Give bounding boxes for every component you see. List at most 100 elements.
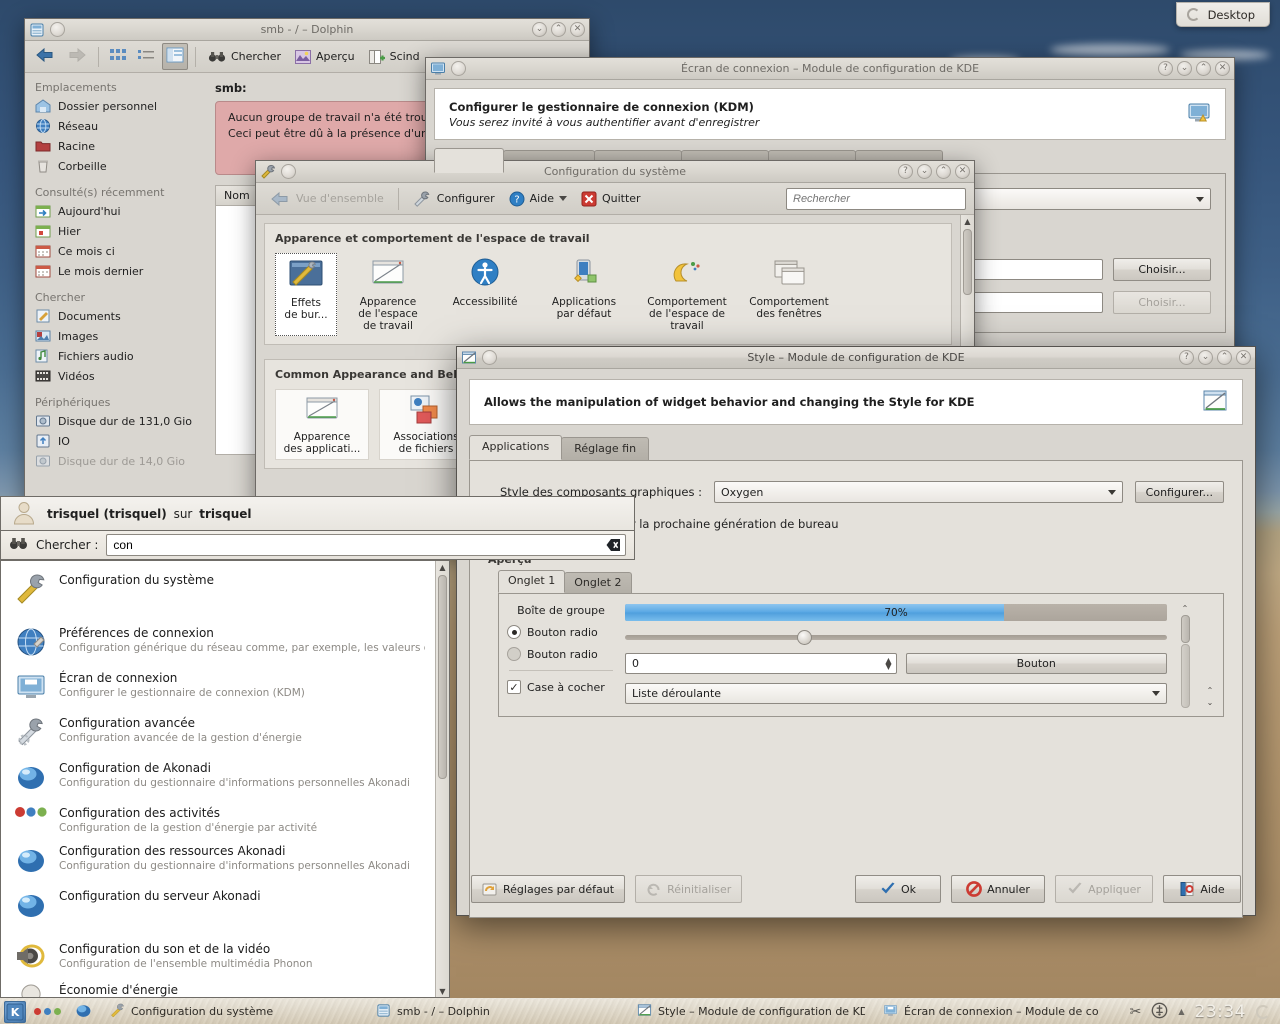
slider-handle[interactable] — [796, 629, 812, 645]
place-item-disque-131[interactable]: Disque dur de 131,0 Gio — [25, 411, 207, 431]
close-button[interactable]: ✕ — [570, 22, 585, 37]
place-item-videos[interactable]: Vidéos — [25, 366, 207, 386]
preview-checkbox[interactable]: ✓ Case à cocher — [507, 680, 615, 694]
show-hidden-icon[interactable]: ▲ — [1178, 1007, 1184, 1016]
preview-radio-2[interactable]: Bouton radio — [507, 647, 615, 661]
minimize-button[interactable]: ⌄ — [1177, 61, 1192, 76]
preview-slider[interactable] — [625, 629, 1167, 645]
krunner-search-bar[interactable]: Chercher : — [0, 530, 635, 560]
syscfg-item-accessibility[interactable]: Accessibilité — [439, 253, 531, 336]
minimize-button[interactable]: ⌄ — [1198, 350, 1213, 365]
syscfg-toolbar[interactable]: Vue d'ensemble Configurer ? Aide Quitter… — [256, 183, 974, 215]
syscfg-titlebar[interactable]: Configuration du système ? ⌄ ⌃ ✕ — [256, 161, 974, 183]
task-entry-style[interactable]: Style – Module de configuration de KD — [631, 1001, 871, 1023]
syscfg-item-application-appearance[interactable]: Apparence des applicati... — [275, 389, 369, 460]
krunner-results[interactable]: Configuration du système Préférences de … — [1, 561, 435, 997]
scroll-down-arrow-icon[interactable]: ▼ — [437, 985, 449, 997]
place-item-documents[interactable]: Documents — [25, 306, 207, 326]
radio-unselected-icon[interactable] — [507, 647, 521, 661]
preview-tab-1[interactable]: Onglet 1 — [498, 570, 566, 593]
preview-tabrow[interactable]: Onglet 1 Onglet 2 — [498, 570, 1224, 593]
scroll-up-arrow-icon[interactable]: ▲ — [962, 215, 974, 227]
krunner-search-input[interactable] — [106, 534, 626, 556]
spinner-arrows-icon[interactable]: ▲ ▼ — [885, 656, 891, 670]
configure-style-button[interactable]: Configurer... — [1134, 481, 1224, 503]
place-item-hier[interactable]: Hier — [25, 221, 207, 241]
help-menu-button[interactable]: ? Aide — [503, 188, 573, 210]
krunner-result-9[interactable]: Économie d'énergie Configurer les économ… — [1, 977, 435, 997]
task-entry-dolphin[interactable]: smb - / – Dolphin — [370, 1001, 625, 1023]
place-item-corbeille[interactable]: Corbeille — [25, 156, 207, 176]
close-button[interactable]: ✕ — [1236, 350, 1251, 365]
place-item-io[interactable]: IO — [25, 431, 207, 451]
style-footer[interactable]: Réglages par défaut Réinitialiser Ok Ann… — [457, 863, 1255, 915]
widget-style-combo[interactable]: Oxygen — [714, 481, 1123, 503]
scroll-thumb[interactable] — [963, 229, 972, 295]
maximize-button[interactable]: ⌃ — [936, 164, 951, 179]
krunner-result-5[interactable]: Configuration des activités Configuratio… — [1, 800, 435, 838]
krunner-result-8[interactable]: Configuration du son et de la vidéo Conf… — [1, 936, 435, 977]
pager-widget[interactable] — [34, 1008, 61, 1015]
kdm-font-choose-1[interactable]: Choisir... — [1113, 258, 1211, 281]
place-item-fichiers-audio[interactable]: Fichiers audio — [25, 346, 207, 366]
help-button[interactable]: ? — [1179, 350, 1194, 365]
scroll-up-arrow-icon[interactable]: ▲ — [437, 561, 449, 573]
checkbox-checked-icon[interactable]: ✓ — [507, 680, 521, 694]
tab-reglage-fin[interactable]: Réglage fin — [561, 437, 650, 460]
scroll-thumb[interactable] — [1180, 615, 1190, 643]
scroll-thumb[interactable] — [438, 575, 447, 779]
kdm-titlebar[interactable]: Écran de connexion – Module de configura… — [426, 58, 1234, 80]
place-item-aujourdhui[interactable]: Aujourd'hui — [25, 201, 207, 221]
close-button[interactable]: ✕ — [1215, 61, 1230, 76]
krunner-result-3[interactable]: Configuration avancée Configuration avan… — [1, 710, 435, 755]
split-button[interactable]: Scind — [364, 48, 425, 66]
syscfg-item-workspace-behavior[interactable]: Comportement de l'espace de travail — [637, 253, 737, 336]
klipper-icon[interactable]: ✂ — [1130, 1004, 1142, 1020]
preview-scrollbar-2[interactable]: ⌃ ⌄ — [1203, 602, 1217, 708]
preview-button[interactable]: Bouton — [905, 653, 1167, 674]
view-columns-button[interactable] — [162, 43, 188, 70]
place-item-images[interactable]: Images — [25, 326, 207, 346]
clear-text-icon[interactable] — [606, 538, 621, 555]
maximize-button[interactable]: ⌃ — [1217, 350, 1232, 365]
preview-spin-row[interactable]: 0 ▲ ▼ Bouton — [625, 653, 1167, 674]
krunner-result-2[interactable]: Écran de connexion Configurer le gestion… — [1, 665, 435, 710]
view-details-button[interactable] — [134, 44, 158, 69]
place-item-reseau[interactable]: Réseau — [25, 116, 207, 136]
taskbar[interactable]: K Configuration du système smb - / – Dol… — [0, 998, 1280, 1024]
view-icons-button[interactable] — [106, 44, 130, 69]
clock[interactable]: 23:34 — [1195, 1002, 1247, 1022]
krunner-result-6[interactable]: Configuration des ressources Akonadi Con… — [1, 838, 435, 883]
preview-scrollbar-1[interactable]: ⌃ — [1177, 602, 1193, 708]
krunner-result-1[interactable]: Préférences de connexion Configuration g… — [1, 620, 435, 665]
krunner-result-7[interactable]: Configuration du serveur Akonadi — [1, 883, 435, 936]
keep-above-button[interactable] — [451, 61, 466, 76]
system-tray[interactable]: ✂ ▲ 23:34 — [1130, 1002, 1276, 1022]
preview-button[interactable]: Aperçu — [290, 48, 360, 66]
syscfg-item-workspace-appearance[interactable]: Apparence de l'espace de travail — [343, 253, 433, 336]
scroll-down-arrow-icon[interactable]: ⌄ — [1204, 696, 1216, 708]
preview-panel[interactable]: Boîte de groupe Bouton radio Bouton radi… — [498, 593, 1224, 717]
preview-radio-1[interactable]: Bouton radio — [507, 625, 615, 639]
keep-above-button[interactable] — [50, 22, 65, 37]
help-button[interactable]: ? — [898, 164, 913, 179]
krunner-results-list[interactable]: Configuration du système Préférences de … — [0, 560, 450, 998]
place-item-racine[interactable]: Racine — [25, 136, 207, 156]
syscfg-item-window-behavior[interactable]: Comportement des fenêtres — [743, 253, 835, 336]
device-notifier-icon[interactable] — [1151, 1002, 1168, 1022]
search-button[interactable]: Chercher — [203, 48, 286, 66]
krunner-result-0[interactable]: Configuration du système — [1, 567, 435, 620]
krunner-result-4[interactable]: Configuration de Akonadi Configuration d… — [1, 755, 435, 800]
style-titlebar[interactable]: Style – Module de configuration de KDE ?… — [457, 347, 1255, 369]
preview-tab-2[interactable]: Onglet 2 — [564, 572, 632, 593]
configure-button[interactable]: Configurer — [407, 188, 501, 210]
task-entry-kdm[interactable]: Écran de connexion – Module de confi — [877, 1001, 1105, 1023]
kdm-tab-1[interactable] — [434, 148, 504, 173]
cashew-icon[interactable] — [1256, 1004, 1270, 1019]
task-entry-systemsettings[interactable]: Configuration du système — [104, 1001, 364, 1023]
syscfg-search-input[interactable] — [786, 187, 966, 210]
help-button[interactable]: Aide — [1163, 875, 1241, 903]
scroll-trough[interactable] — [1180, 644, 1190, 708]
preview-combobox[interactable]: Liste déroulante — [625, 683, 1167, 704]
keep-above-button[interactable] — [482, 350, 497, 365]
